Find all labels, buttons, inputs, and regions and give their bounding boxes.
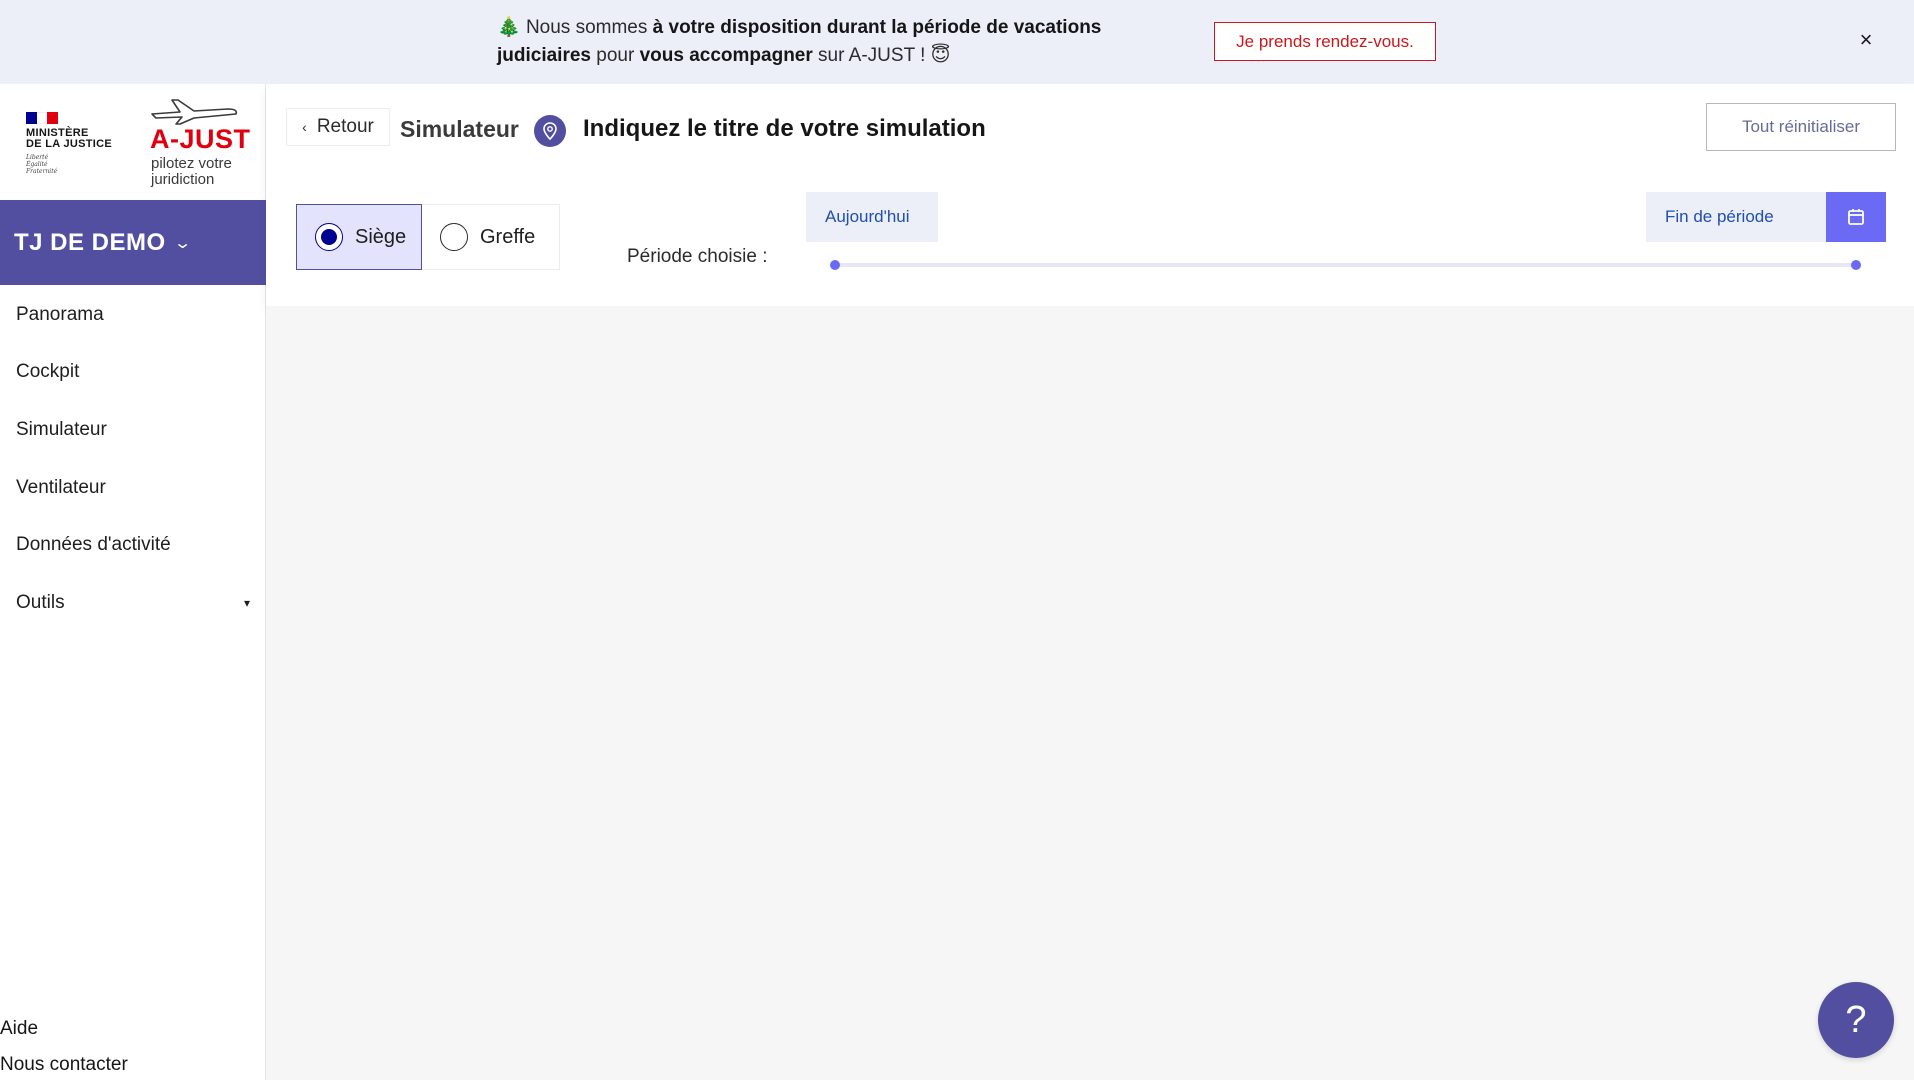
sidebar-item-ventilateur[interactable]: Ventilateur (0, 459, 266, 517)
sidebar-item-donnees-activite[interactable]: Données d'activité (0, 516, 266, 574)
sidebar-item-outils[interactable]: Outils ▾ (0, 574, 266, 632)
category-toggle: Siège Greffe (296, 204, 560, 270)
banner-message: 🎄 Nous sommes à votre disposition durant… (497, 14, 1137, 70)
sidebar-item-cockpit[interactable]: Cockpit (0, 344, 266, 402)
sidebar-item-panorama[interactable]: Panorama (0, 286, 266, 344)
simulator-header: ‹ Retour Simulateur Indiquez le titre de… (266, 84, 1914, 306)
main-content (266, 306, 1914, 1080)
republic-motto: Liberté Égalité Fraternité (26, 154, 58, 175)
start-date-pill[interactable]: Aujourd'hui (806, 192, 938, 242)
plane-icon (151, 99, 238, 125)
period-label: Période choisie : (627, 246, 768, 267)
period-slider-track[interactable] (835, 263, 1856, 267)
chevron-down-icon: ⌄ (172, 234, 193, 252)
banner-text-part1: Nous sommes (525, 17, 653, 38)
simulation-title-field[interactable]: Indiquez le titre de votre simulation (583, 115, 986, 143)
radio-empty-icon (440, 223, 468, 251)
close-icon[interactable]: × (1854, 28, 1878, 52)
jurisdiction-selector[interactable]: TJ DE DEMO ⌄ (0, 200, 266, 285)
banner-text-bold2: vous accompagner (639, 45, 813, 66)
page-title: Simulateur (400, 116, 519, 142)
option-greffe[interactable]: Greffe (422, 204, 560, 270)
chevron-down-icon: ▾ (243, 595, 250, 610)
period-end-handle[interactable] (1851, 260, 1861, 270)
period-start-handle[interactable] (830, 260, 840, 270)
contact-link[interactable]: Nous contacter (0, 1054, 128, 1076)
location-pin-icon[interactable] (534, 115, 566, 147)
notice-banner: 🎄 Nous sommes à votre disposition durant… (0, 0, 1914, 84)
radio-selected-icon (315, 223, 343, 251)
sidebar-item-simulateur[interactable]: Simulateur (0, 401, 266, 459)
help-button[interactable]: ? (1818, 982, 1894, 1058)
banner-text-part3: sur A-JUST ! (812, 45, 926, 66)
brand-name: A-JUST (150, 124, 251, 154)
chevron-left-icon: ‹ (302, 119, 307, 135)
ministry-name: MINISTÈRE DE LA JUSTICE (26, 127, 113, 150)
option-siege[interactable]: Siège (296, 204, 422, 270)
brand-tagline: pilotez votre juridiction (151, 155, 232, 188)
angel-emoji: 😇 (930, 45, 951, 66)
sidebar: MINISTÈRE DE LA JUSTICE Liberté Égalité … (0, 84, 266, 1080)
appointment-button[interactable]: Je prends rendez-vous. (1214, 22, 1436, 61)
calendar-icon[interactable] (1826, 192, 1886, 242)
flag-logo (26, 112, 59, 124)
end-date-pill[interactable]: Fin de période (1646, 192, 1826, 242)
banner-text-part2: pour (591, 45, 640, 66)
back-button[interactable]: ‹ Retour (286, 108, 390, 146)
sidebar-nav: Panorama Cockpit Simulateur Ventilateur … (0, 286, 266, 632)
help-link[interactable]: Aide (0, 1018, 38, 1040)
logo-area: MINISTÈRE DE LA JUSTICE Liberté Égalité … (0, 84, 266, 200)
tree-emoji: 🎄 (497, 17, 521, 38)
reset-all-button[interactable]: Tout réinitialiser (1706, 103, 1896, 151)
jurisdiction-label: TJ DE DEMO (14, 228, 166, 256)
